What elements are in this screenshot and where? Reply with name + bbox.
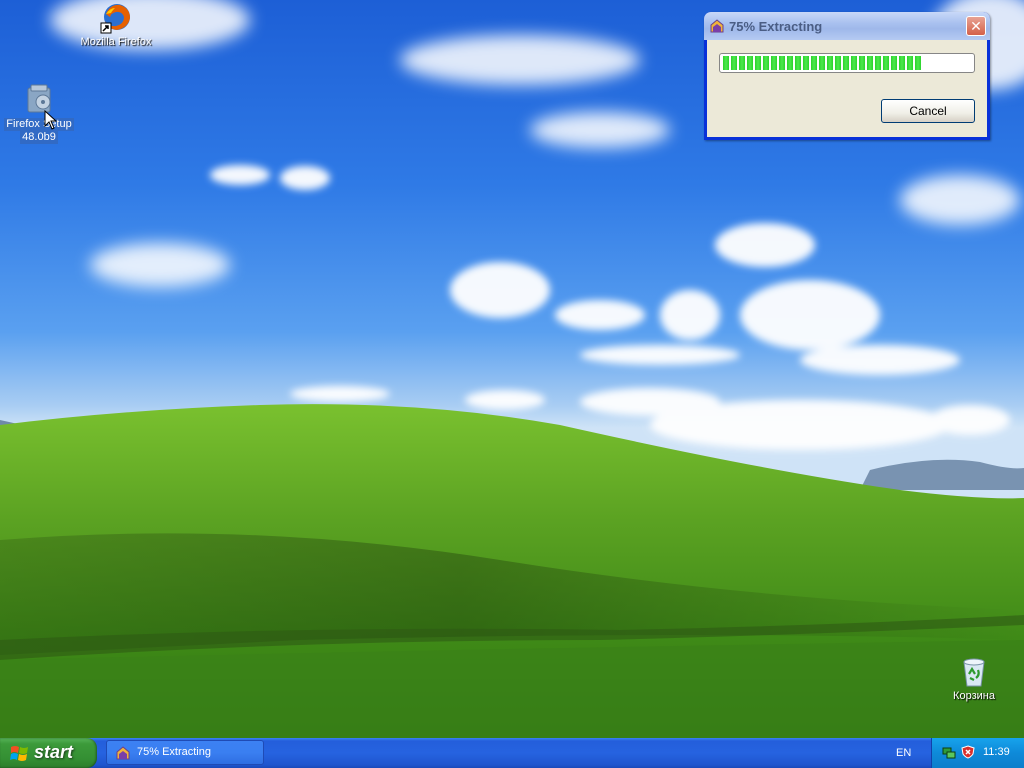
taskbar-item-label: 75% Extracting	[137, 746, 211, 758]
desktop-icon-recycle-bin[interactable]: Корзина	[936, 656, 1012, 703]
security-shield-icon[interactable]	[961, 745, 975, 759]
start-label: start	[34, 742, 74, 762]
dialog-titlebar[interactable]: 75% Extracting ✕	[704, 12, 990, 40]
language-indicator[interactable]: EN	[896, 747, 911, 759]
extract-progress-bar	[719, 53, 975, 73]
desktop-icon-firefox-setup[interactable]: Firefox Setup 48.0b9	[1, 84, 77, 144]
firefox-shortcut-icon	[100, 4, 130, 34]
desktop-icon-mozilla-firefox[interactable]: Mozilla Firefox	[78, 2, 154, 49]
installer-icon	[710, 19, 724, 33]
taskbar-item-extracting[interactable]: 75% Extracting	[106, 740, 264, 765]
desktop-icon-label-version: 48.0b9	[20, 131, 58, 144]
mouse-cursor-icon	[44, 110, 58, 130]
extracting-dialog: 75% Extracting ✕ Cancel	[704, 12, 990, 140]
taskbar: start 75% Extracting EN 11:39	[0, 738, 1024, 768]
cancel-button[interactable]: Cancel	[881, 99, 975, 123]
clock[interactable]: 11:39	[983, 746, 1010, 758]
dialog-title: 75% Extracting	[729, 19, 823, 34]
dialog-body: Cancel	[707, 40, 987, 137]
desktop-icon-label: Корзина	[953, 690, 995, 702]
system-tray: 11:39	[931, 738, 1024, 768]
recycle-bin-icon	[963, 658, 985, 687]
network-icon[interactable]	[942, 745, 956, 759]
installer-icon	[116, 746, 130, 760]
start-button[interactable]: start	[0, 738, 97, 768]
close-button[interactable]: ✕	[966, 16, 986, 36]
desktop[interactable]: Mozilla Firefox Firefox Setup 48.0b9 Кор…	[0, 0, 1024, 738]
desktop-icon-label: Firefox Setup	[4, 118, 74, 131]
desktop-icon-label: Mozilla Firefox	[80, 36, 152, 48]
progress-fill	[723, 56, 922, 70]
windows-flag-icon	[10, 746, 28, 761]
